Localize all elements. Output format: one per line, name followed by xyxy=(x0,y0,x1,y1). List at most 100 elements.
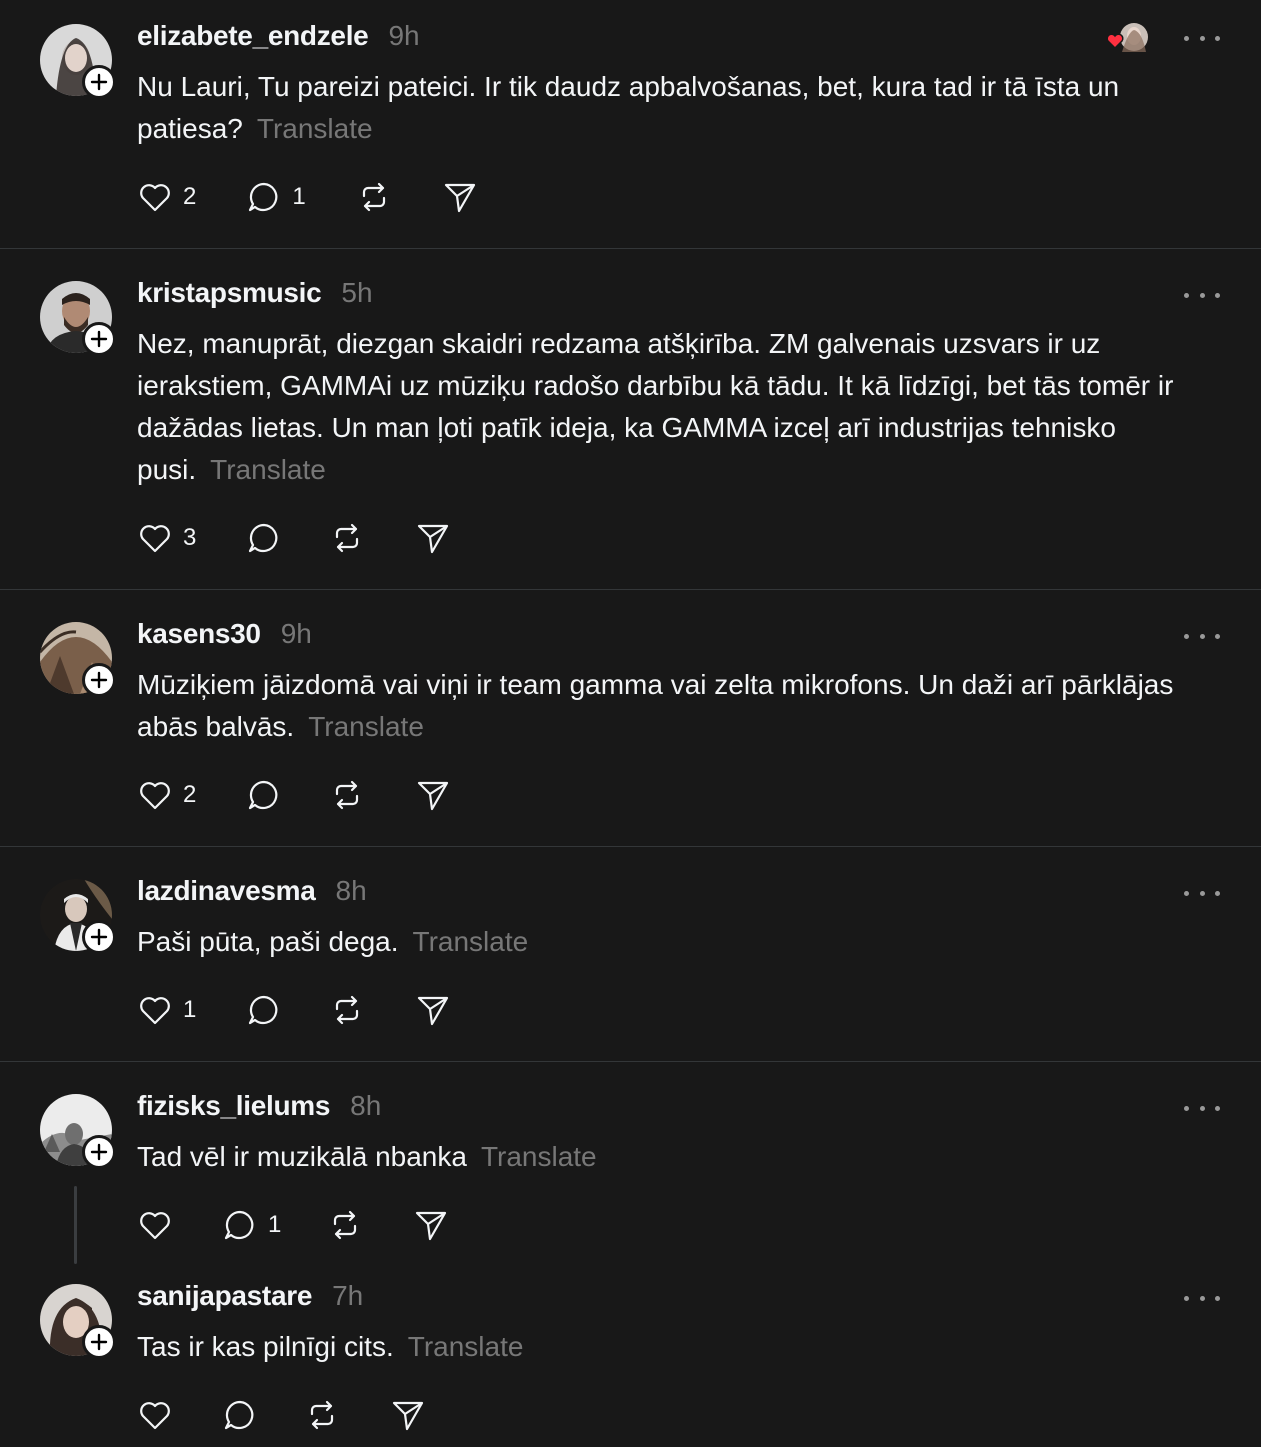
username[interactable]: elizabete_endzele xyxy=(137,20,369,52)
action-bar: 2 xyxy=(137,775,451,815)
repost-icon xyxy=(336,995,359,1025)
post-text: Nez, manuprāt, diezgan skaidri redzama a… xyxy=(137,323,1227,491)
timestamp[interactable]: 9h xyxy=(281,618,312,650)
like-count: 3 xyxy=(183,524,197,551)
username[interactable]: sanijapastare xyxy=(137,1280,312,1312)
username[interactable]: kristapsmusic xyxy=(137,277,322,309)
reply-button[interactable]: 1 xyxy=(222,1205,281,1245)
heart-icon xyxy=(140,782,170,810)
share-button[interactable] xyxy=(415,518,451,558)
translate-link[interactable]: Translate xyxy=(408,1331,524,1362)
like-count: 2 xyxy=(183,781,197,808)
heart-icon xyxy=(140,997,170,1025)
timestamp[interactable]: 8h xyxy=(336,875,367,907)
plus-icon xyxy=(90,73,108,91)
divider xyxy=(0,846,1261,847)
more-icon xyxy=(1184,35,1189,41)
translate-link[interactable]: Translate xyxy=(210,454,326,485)
timestamp[interactable]: 8h xyxy=(350,1090,381,1122)
more-options-button[interactable] xyxy=(1184,1098,1220,1118)
username[interactable]: lazdinavesma xyxy=(137,875,316,907)
more-options-button[interactable] xyxy=(1184,626,1220,646)
like-button[interactable] xyxy=(137,1395,173,1435)
timestamp[interactable]: 5h xyxy=(341,277,372,309)
repost-button[interactable] xyxy=(304,1395,340,1435)
action-bar: 1 xyxy=(137,1205,449,1245)
heart-icon xyxy=(140,184,170,212)
more-icon xyxy=(1184,292,1189,298)
plus-icon xyxy=(90,330,108,348)
thread-line xyxy=(74,1186,77,1264)
more-options-button[interactable] xyxy=(1184,883,1220,903)
more-icon xyxy=(1184,1105,1189,1111)
repost-button[interactable] xyxy=(329,990,365,1030)
like-button[interactable] xyxy=(137,1205,173,1245)
follow-button[interactable] xyxy=(82,920,116,954)
translate-link[interactable]: Translate xyxy=(257,113,373,144)
comment-icon xyxy=(249,995,278,1025)
repost-button[interactable] xyxy=(329,518,365,558)
like-button[interactable]: 1 xyxy=(137,990,196,1030)
like-count: 1 xyxy=(183,996,197,1023)
timestamp[interactable]: 9h xyxy=(388,20,419,52)
post-header: sanijapastare 7h xyxy=(137,1280,363,1320)
more-icon xyxy=(1184,1295,1189,1301)
more-options-button[interactable] xyxy=(1184,28,1220,48)
reply-button[interactable] xyxy=(222,1395,258,1435)
divider xyxy=(0,1061,1261,1062)
action-bar: 1 xyxy=(137,990,451,1030)
share-button[interactable] xyxy=(415,990,451,1030)
share-button[interactable] xyxy=(413,1205,449,1245)
action-bar xyxy=(137,1395,426,1435)
repost-icon xyxy=(310,1400,334,1430)
post-text: Tas ir kas pilnīgi cits. Translate xyxy=(137,1326,1227,1368)
comment-icon xyxy=(249,523,278,553)
follow-button[interactable] xyxy=(82,663,116,697)
divider xyxy=(0,589,1261,590)
post-text: Tad vēl ir muzikālā nbanka Translate xyxy=(137,1136,1227,1178)
username[interactable]: kasens30 xyxy=(137,618,261,650)
timestamp[interactable]: 7h xyxy=(332,1280,363,1312)
divider xyxy=(0,248,1261,249)
like-button[interactable]: 2 xyxy=(137,775,196,815)
like-count: 2 xyxy=(183,183,197,210)
reply-count: 1 xyxy=(292,183,306,210)
comment-icon xyxy=(224,1400,254,1430)
post-text: Mūziķiem jāizdomā vai viņi ir team gamma… xyxy=(137,664,1227,748)
send-icon xyxy=(444,183,475,213)
share-button[interactable] xyxy=(390,1395,426,1435)
like-button[interactable]: 2 xyxy=(137,177,196,217)
reply-button[interactable] xyxy=(246,518,282,558)
comment-icon xyxy=(249,182,278,212)
username[interactable]: fizisks_lielums xyxy=(137,1090,330,1122)
share-button[interactable] xyxy=(415,775,451,815)
share-button[interactable] xyxy=(442,177,478,217)
repost-icon xyxy=(362,182,385,212)
send-icon xyxy=(418,996,449,1026)
post-header: lazdinavesma 8h xyxy=(137,875,367,915)
follow-button[interactable] xyxy=(82,1325,116,1359)
like-button[interactable]: 3 xyxy=(137,518,196,558)
more-icon xyxy=(1184,633,1189,639)
repost-button[interactable] xyxy=(327,1205,363,1245)
send-icon xyxy=(418,524,449,554)
translate-link[interactable]: Translate xyxy=(481,1141,597,1172)
reply-button[interactable]: 1 xyxy=(246,177,306,217)
repost-button[interactable] xyxy=(356,177,392,217)
post-text-content: Mūziķiem jāizdomā vai viņi ir team gamma… xyxy=(137,669,1174,742)
translate-link[interactable]: Translate xyxy=(308,711,424,742)
reply-button[interactable] xyxy=(246,990,282,1030)
send-icon xyxy=(418,781,449,811)
follow-button[interactable] xyxy=(82,322,116,356)
repost-button[interactable] xyxy=(329,775,365,815)
plus-icon xyxy=(90,1333,108,1351)
follow-button[interactable] xyxy=(82,65,116,99)
heart-icon xyxy=(1106,33,1124,50)
more-options-button[interactable] xyxy=(1184,285,1220,305)
reply-button[interactable] xyxy=(246,775,282,815)
translate-link[interactable]: Translate xyxy=(413,926,529,957)
post-text-content: Paši pūta, paši dega. xyxy=(137,926,399,957)
follow-button[interactable] xyxy=(82,1135,116,1169)
action-bar: 2 1 xyxy=(137,177,478,217)
more-options-button[interactable] xyxy=(1184,1288,1220,1308)
